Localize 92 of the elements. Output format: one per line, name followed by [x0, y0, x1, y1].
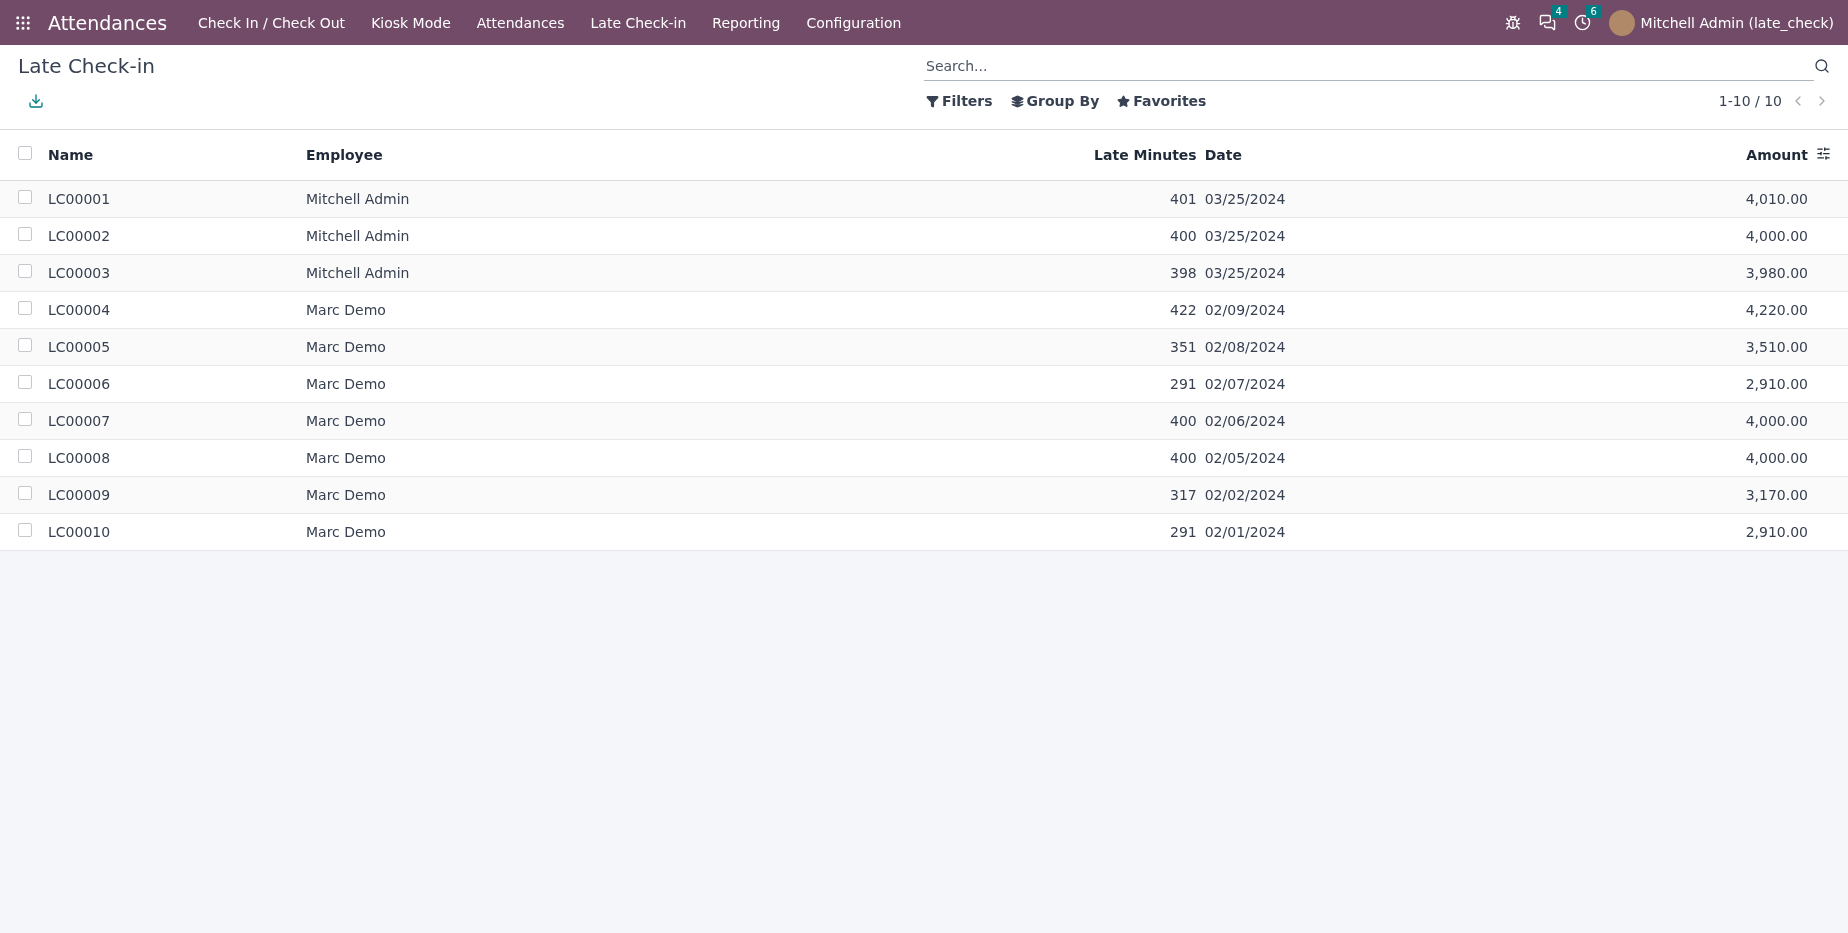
- checkbox[interactable]: [18, 338, 32, 352]
- table-cell: 3,510.00: [1320, 328, 1812, 365]
- table-cell: Mitchell Admin: [302, 254, 1081, 291]
- table-cell: LC00001: [44, 180, 302, 217]
- checkbox[interactable]: [18, 523, 32, 537]
- checkbox[interactable]: [18, 375, 32, 389]
- menu-item[interactable]: Check In / Check Out: [185, 14, 359, 31]
- filter-button[interactable]: Group By: [1008, 89, 1102, 113]
- table-cell: 400: [1080, 217, 1201, 254]
- chat-icon[interactable]: [1538, 14, 1556, 31]
- table-cell: 02/08/2024: [1200, 328, 1321, 365]
- funnel-icon: [926, 94, 939, 108]
- activity-count: 6: [1585, 5, 1602, 18]
- column-settings-icon[interactable]: [1816, 145, 1831, 161]
- bug-icon[interactable]: [1504, 14, 1521, 31]
- table-cell: 03/25/2024: [1200, 180, 1321, 217]
- star-icon: [1117, 94, 1131, 108]
- table-cell: Marc Demo: [302, 439, 1081, 476]
- menu-item[interactable]: Late Check-in: [577, 14, 700, 31]
- table-cell: Marc Demo: [302, 476, 1081, 513]
- page-title: Late Check-in: [18, 54, 156, 78]
- table-cell: 317: [1080, 476, 1201, 513]
- table-cell: Mitchell Admin: [302, 217, 1081, 254]
- table-cell: LC00010: [44, 513, 302, 550]
- table-cell: LC00009: [44, 476, 302, 513]
- table-cell: 02/05/2024: [1200, 439, 1321, 476]
- pager-text: 1-10 / 10: [1718, 93, 1782, 109]
- table-cell: LC00006: [44, 365, 302, 402]
- checkbox[interactable]: [18, 190, 32, 204]
- table-cell: 351: [1080, 328, 1201, 365]
- table-cell: 02/02/2024: [1200, 476, 1321, 513]
- download-icon[interactable]: [28, 93, 44, 109]
- table-cell: 03/25/2024: [1200, 217, 1321, 254]
- user-name[interactable]: Mitchell Admin (late_check): [1640, 14, 1834, 31]
- checkbox[interactable]: [18, 227, 32, 241]
- table-cell: LC00007: [44, 402, 302, 439]
- app-grid-icon[interactable]: [14, 13, 32, 32]
- table-cell: LC00004: [44, 291, 302, 328]
- table-cell: LC00002: [44, 217, 302, 254]
- menu-item[interactable]: Configuration: [793, 14, 915, 31]
- table-cell: 4,000.00: [1320, 402, 1812, 439]
- table-cell: LC00008: [44, 439, 302, 476]
- table-cell: 400: [1080, 439, 1201, 476]
- column-header[interactable]: Date: [1200, 130, 1321, 180]
- clock-icon[interactable]: [1573, 14, 1591, 31]
- table-cell: 02/09/2024: [1200, 291, 1321, 328]
- checkbox[interactable]: [18, 412, 32, 426]
- column-header[interactable]: Late Minutes: [1080, 130, 1201, 180]
- table-cell: Marc Demo: [302, 402, 1081, 439]
- table-cell: 398: [1080, 254, 1201, 291]
- table-cell: Marc Demo: [302, 513, 1081, 550]
- menu-item[interactable]: Reporting: [699, 14, 794, 31]
- table-cell: 3,170.00: [1320, 476, 1812, 513]
- table-cell: 4,000.00: [1320, 439, 1812, 476]
- table-cell: 400: [1080, 402, 1201, 439]
- table-cell: 02/01/2024: [1200, 513, 1321, 550]
- table-cell: Marc Demo: [302, 328, 1081, 365]
- checkbox[interactable]: [18, 146, 32, 161]
- table-cell: LC00005: [44, 328, 302, 365]
- table-cell: 4,220.00: [1320, 291, 1812, 328]
- table-cell: 291: [1080, 513, 1201, 550]
- table-cell: Mitchell Admin: [302, 180, 1081, 217]
- app-name[interactable]: Attendances: [48, 11, 168, 34]
- checkbox[interactable]: [18, 449, 32, 463]
- menu-item[interactable]: Attendances: [463, 14, 578, 31]
- message-count: 4: [1550, 5, 1567, 18]
- column-header[interactable]: Employee: [302, 130, 1081, 180]
- table-cell: 02/06/2024: [1200, 402, 1321, 439]
- table-cell: 291: [1080, 365, 1201, 402]
- checkbox[interactable]: [18, 264, 32, 278]
- table-cell: 401: [1080, 180, 1201, 217]
- table-cell: 3,980.00: [1320, 254, 1812, 291]
- table-cell: 4,010.00: [1320, 180, 1812, 217]
- table-cell: 4,000.00: [1320, 217, 1812, 254]
- table-cell: 2,910.00: [1320, 513, 1812, 550]
- filter-button[interactable]: Favorites: [1115, 89, 1209, 113]
- menu-item[interactable]: Kiosk Mode: [358, 14, 464, 31]
- filter-button[interactable]: Filters: [924, 89, 995, 113]
- search-icon[interactable]: [1814, 58, 1830, 74]
- checkbox[interactable]: [18, 486, 32, 500]
- table-cell: 422: [1080, 291, 1201, 328]
- table-cell: 2,910.00: [1320, 365, 1812, 402]
- table-cell: LC00003: [44, 254, 302, 291]
- table-cell: 02/07/2024: [1200, 365, 1321, 402]
- table-cell: Marc Demo: [302, 291, 1081, 328]
- table-cell: Marc Demo: [302, 365, 1081, 402]
- table-cell: 03/25/2024: [1200, 254, 1321, 291]
- column-header[interactable]: Amount: [1320, 130, 1812, 180]
- column-header[interactable]: Name: [44, 130, 302, 180]
- checkbox[interactable]: [18, 301, 32, 315]
- avatar[interactable]: [1608, 9, 1635, 36]
- layers-icon: [1010, 94, 1024, 108]
